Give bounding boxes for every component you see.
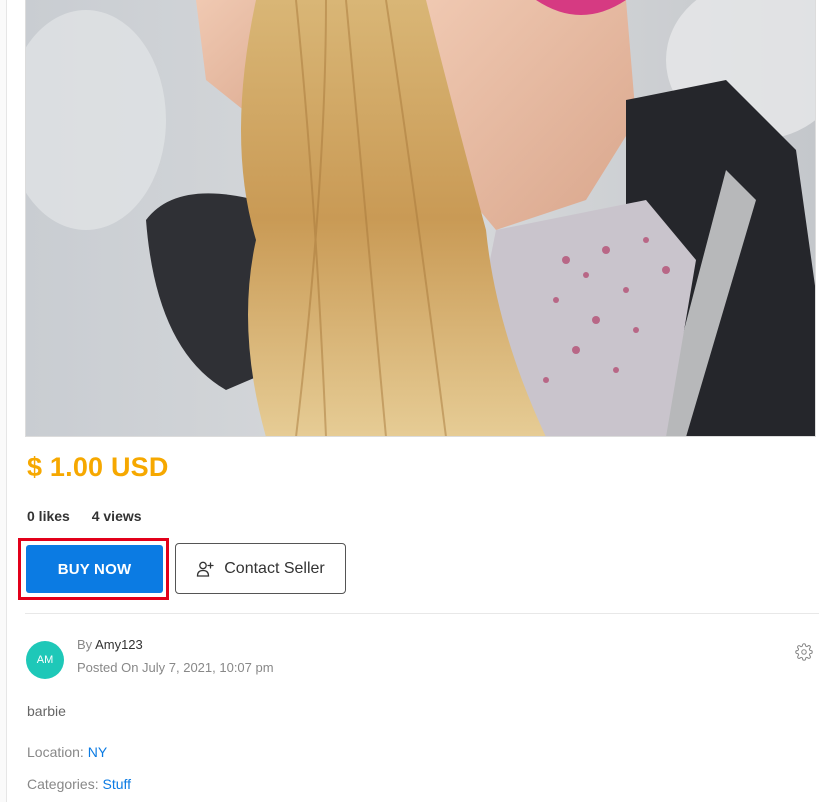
seller-username-link[interactable]: Amy123 [95, 637, 143, 652]
gear-icon[interactable] [795, 643, 813, 661]
product-image[interactable] [25, 0, 816, 437]
location-label: Location: [27, 744, 84, 760]
posted-date: Posted On July 7, 2021, 10:07 pm [77, 660, 274, 675]
add-user-icon [196, 560, 214, 578]
contact-seller-label: Contact Seller [224, 559, 325, 577]
location-line: Location: NY [27, 744, 107, 760]
likes-count: 0 likes [27, 508, 70, 524]
categories-line: Categories: Stuff [27, 776, 131, 792]
buy-now-button[interactable]: BUY NOW [26, 545, 163, 593]
author-line: By Amy123 [77, 637, 143, 652]
categories-label: Categories: [27, 776, 99, 792]
by-prefix: By [77, 637, 93, 652]
seller-avatar[interactable]: AM [26, 641, 64, 679]
price: $ 1.00 USD [27, 452, 169, 482]
views-count: 4 views [91, 508, 142, 524]
divider [25, 613, 819, 614]
category-link[interactable]: Stuff [102, 776, 131, 792]
listing-description: barbie [27, 703, 66, 719]
listing-stats: 0 likes 4 views [27, 508, 160, 524]
contact-seller-button[interactable]: Contact Seller [175, 543, 346, 594]
sidebar-edge [0, 0, 7, 802]
location-link[interactable]: NY [88, 744, 107, 760]
listing-page: $ 1.00 USD 0 likes 4 views BUY NOW Conta… [0, 0, 828, 802]
